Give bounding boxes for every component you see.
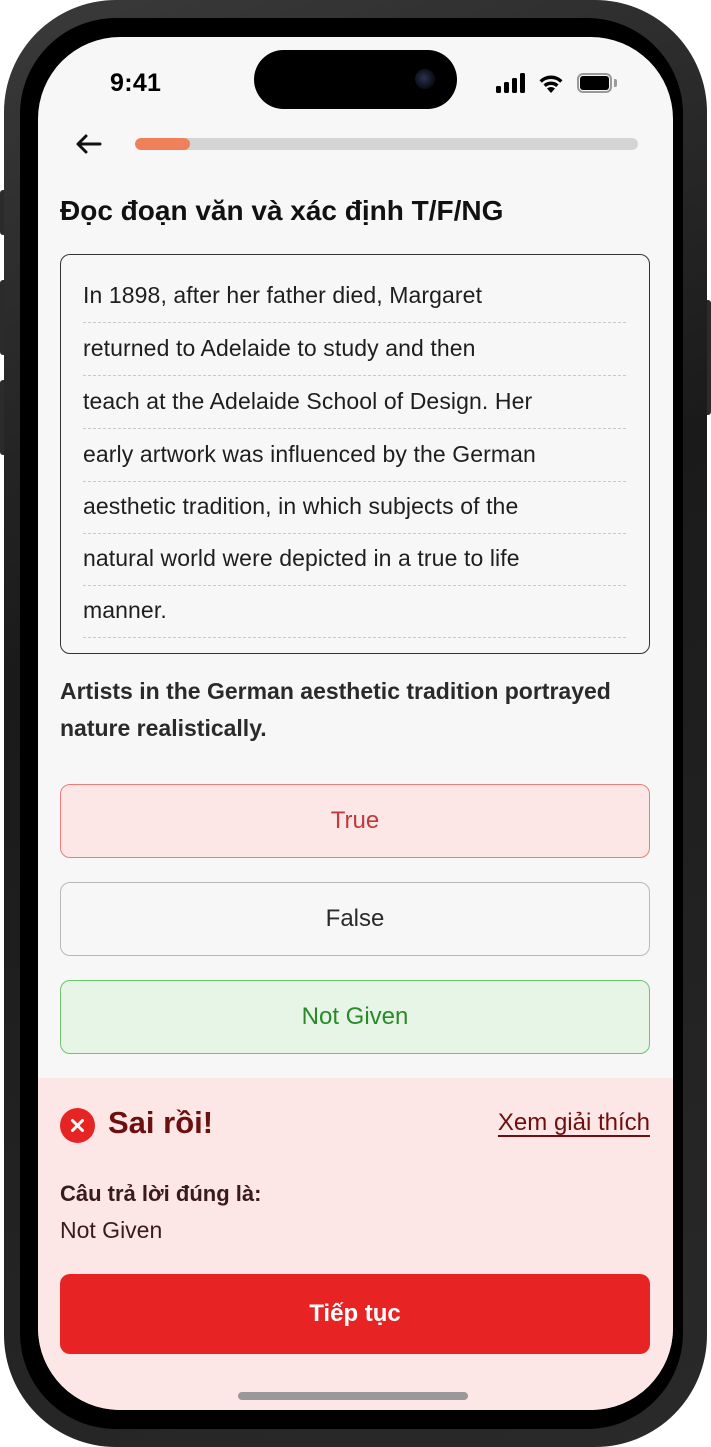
feedback-panel: Sai rồi! Xem giải thích Câu trả lời đúng… <box>38 1078 673 1410</box>
passage-line: teach at the Adelaide School of Design. … <box>83 375 626 429</box>
option-label: False <box>325 905 385 932</box>
progress-fill <box>135 138 191 150</box>
passage-line: manner. <box>83 584 626 638</box>
home-indicator[interactable] <box>238 1392 468 1400</box>
status-icons <box>496 71 617 95</box>
continue-button[interactable]: Tiếp tục <box>60 1274 650 1354</box>
status-time: 9:41 <box>110 69 162 97</box>
option-true-button[interactable]: True <box>60 784 650 858</box>
cellular-signal-icon <box>496 73 525 93</box>
option-label: Not Given <box>301 1003 409 1030</box>
passage-line: early artwork was influenced by the Germ… <box>83 428 626 482</box>
option-false-button[interactable]: False <box>60 882 650 956</box>
phone-device: 9:41 Đọc đoạn văn và xác định T/F/NG In … <box>0 0 711 1447</box>
passage-box: In 1898, after her father died, Margaret… <box>60 254 650 654</box>
answer-label: Câu trả lời đúng là: <box>60 1181 262 1206</box>
passage-line: returned to Adelaide to study and then <box>83 322 626 376</box>
explain-link[interactable]: Xem giải thích <box>498 1109 650 1137</box>
dynamic-island <box>254 50 457 109</box>
passage-line: natural world were depicted in a true to… <box>83 532 626 586</box>
passage-line: aesthetic tradition, in which subjects o… <box>83 480 626 534</box>
option-not-given-button[interactable]: Not Given <box>60 980 650 1054</box>
progress-bar <box>135 138 638 150</box>
arrow-left-icon <box>76 134 102 154</box>
x-circle-icon <box>60 1108 95 1143</box>
answer-value: Not Given <box>60 1217 163 1243</box>
question-statement: Artists in the German aesthetic traditio… <box>60 678 611 741</box>
passage-line: In 1898, after her father died, Margaret <box>83 269 626 323</box>
wifi-icon <box>539 75 563 93</box>
battery-icon <box>577 73 617 93</box>
screen: 9:41 Đọc đoạn văn và xác định T/F/NG In … <box>38 37 673 1410</box>
back-button[interactable] <box>72 127 106 161</box>
continue-label: Tiếp tục <box>309 1300 401 1327</box>
option-label: True <box>330 807 380 834</box>
question-title: Đọc đoạn văn và xác định T/F/NG <box>60 195 504 226</box>
camera-icon <box>415 69 435 89</box>
feedback-title: Sai rồi! <box>108 1105 214 1140</box>
